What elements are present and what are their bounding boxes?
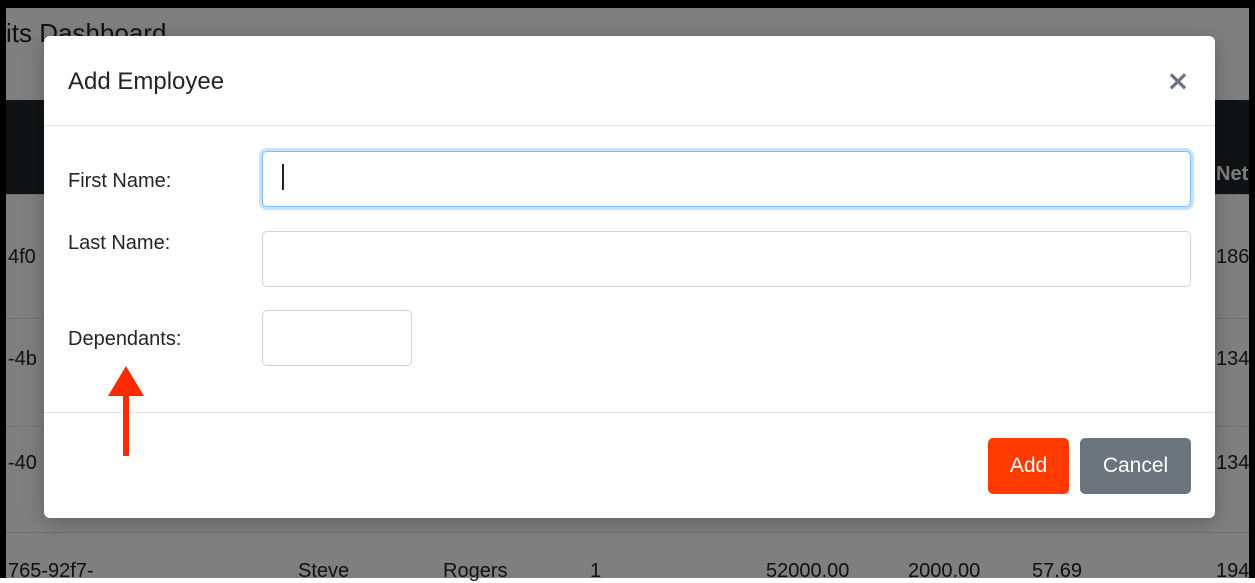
cancel-button[interactable]: Cancel bbox=[1080, 438, 1191, 494]
frame-border bbox=[0, 0, 1255, 8]
add-employee-modal: Add Employee × First Name: Last Name: De… bbox=[44, 36, 1215, 518]
arrow-shaft bbox=[123, 394, 129, 456]
frame-border bbox=[1249, 0, 1255, 578]
last-name-label: Last Name: bbox=[68, 232, 171, 254]
text-caret bbox=[282, 164, 284, 190]
dependants-input[interactable] bbox=[262, 310, 412, 366]
modal-header: Add Employee × bbox=[44, 36, 1215, 126]
frame-border bbox=[0, 0, 6, 578]
close-button[interactable]: × bbox=[1163, 66, 1193, 96]
arrow-head bbox=[108, 366, 144, 396]
last-name-input[interactable] bbox=[262, 231, 1191, 287]
add-button[interactable]: Add bbox=[988, 438, 1069, 494]
first-name-label: First Name: bbox=[68, 170, 172, 192]
first-name-input[interactable] bbox=[262, 151, 1191, 207]
dependants-label: Dependants: bbox=[68, 328, 182, 350]
arrow-up-icon bbox=[108, 366, 144, 456]
modal-title: Add Employee bbox=[68, 68, 225, 95]
